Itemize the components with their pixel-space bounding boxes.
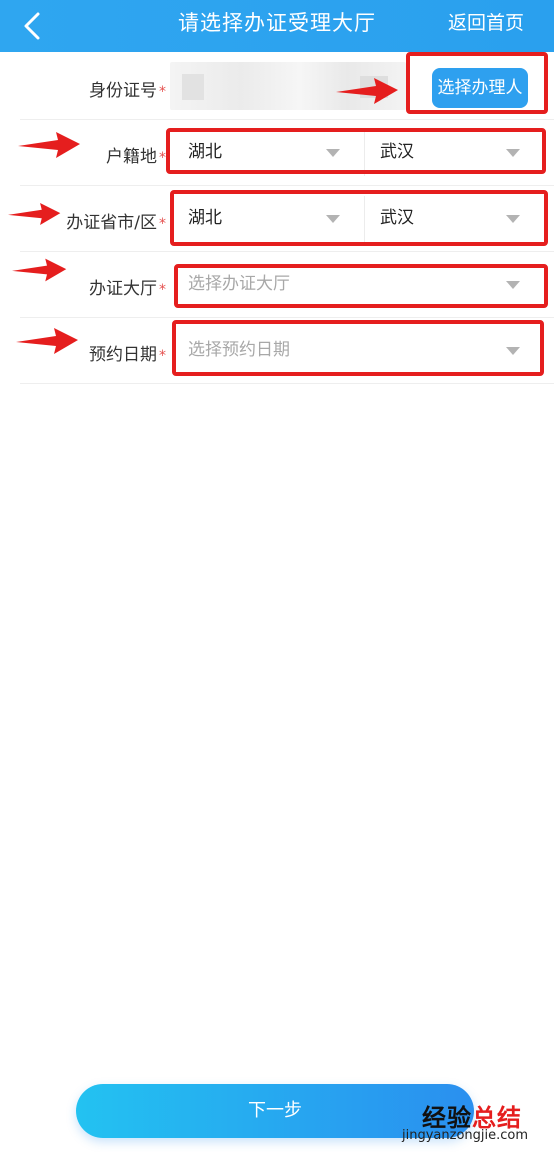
back-to-home-link[interactable]: 返回首页: [448, 0, 524, 46]
annotation-arrow-icon: [8, 203, 61, 225]
annotation-frame: [166, 128, 546, 174]
watermark-logo: 经验总结 jingyanzongjie.com: [402, 1098, 552, 1148]
watermark-url: jingyanzongjie.com: [402, 1128, 529, 1143]
annotation-frame: [174, 264, 548, 308]
required-mark: *: [159, 216, 166, 232]
appointment-date-label: 预约日期 *: [89, 345, 166, 365]
annotation-frame: [172, 320, 544, 376]
annotation-arrow-icon: [18, 132, 80, 158]
household-label: 户籍地 *: [106, 147, 166, 167]
annotation-frame: [406, 52, 548, 114]
annotation-arrow-icon: [16, 328, 78, 354]
required-mark: *: [159, 84, 166, 100]
annotation-arrow-icon: [336, 78, 398, 104]
office-hall-label: 办证大厅 *: [89, 279, 166, 299]
office-city-label: 办证省市/区 *: [66, 213, 166, 233]
required-mark: *: [159, 282, 166, 298]
required-mark: *: [159, 348, 166, 364]
annotation-arrow-icon: [12, 258, 67, 282]
top-bar: 请选择办证受理大厅 返回首页: [0, 0, 554, 52]
annotation-frame: [170, 190, 548, 246]
required-mark: *: [159, 150, 166, 166]
id-number-label: 身份证号 *: [89, 81, 166, 101]
